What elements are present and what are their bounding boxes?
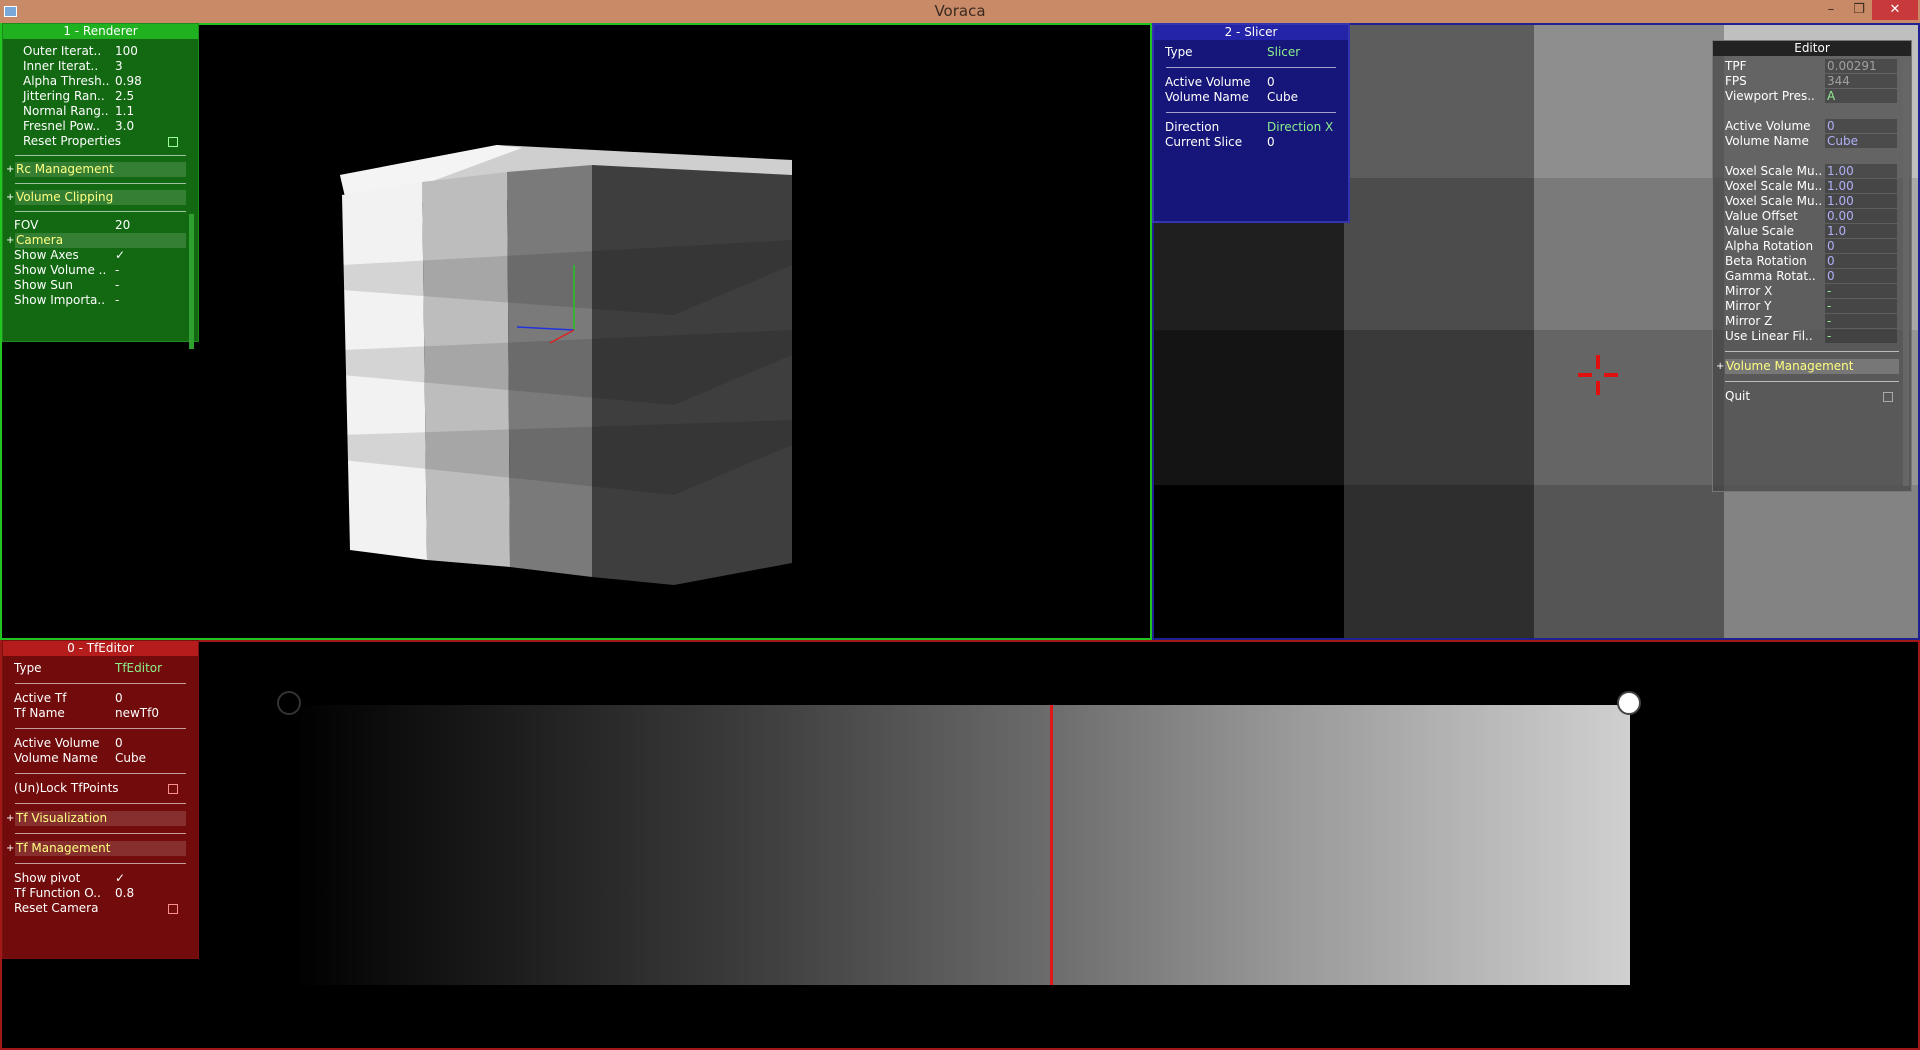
- divider: [15, 155, 186, 156]
- active-volume-row[interactable]: Active Volume 0: [3, 736, 198, 751]
- tf-name-row[interactable]: Tf Name newTf0: [3, 706, 198, 721]
- fps-row: FPS 344: [1713, 74, 1911, 89]
- type-row[interactable]: Type TfEditor: [3, 661, 198, 676]
- group-tf-management[interactable]: + Tf Management: [6, 841, 186, 856]
- type-row[interactable]: Type Slicer: [1154, 45, 1348, 60]
- check-icon[interactable]: ✓: [115, 248, 125, 263]
- check-icon[interactable]: ✓: [115, 871, 125, 886]
- window-titlebar: Voraca – ❐ ✕: [0, 0, 1920, 23]
- tf-gradient[interactable]: [290, 705, 1630, 985]
- linear-filter-row[interactable]: Use Linear Fil.. -: [1713, 329, 1911, 344]
- plus-icon: +: [6, 192, 15, 203]
- slicer-panel: 2 - Slicer Type Slicer Active Volume 0 Vol…: [1152, 23, 1350, 223]
- reset-camera-box[interactable]: [168, 904, 178, 914]
- crosshair-icon[interactable]: [1578, 355, 1618, 395]
- unlock-tfpoints-row[interactable]: (Un)Lock TfPoints: [3, 781, 198, 796]
- prop-row[interactable]: Inner Iterat.. 3: [3, 59, 198, 74]
- group-tf-visualization[interactable]: + Tf Visualization: [6, 811, 186, 826]
- tf-pivot-line[interactable]: [1050, 705, 1053, 985]
- show-axes-row[interactable]: Show Axes ✓: [3, 248, 198, 263]
- group-camera[interactable]: + Camera: [6, 233, 186, 248]
- divider: [15, 803, 186, 804]
- plus-icon: +: [1716, 361, 1725, 372]
- prop-row[interactable]: Normal Rang.. 1.1: [3, 104, 198, 119]
- divider: [15, 183, 186, 184]
- show-volume-row[interactable]: Show Volume .. -: [3, 263, 198, 278]
- divider: [15, 211, 186, 212]
- divider: [1166, 112, 1336, 113]
- tf-function-row[interactable]: Tf Function O.. 0.8: [3, 886, 198, 901]
- renderer-panel: 1 - Renderer Outer Iterat.. 100 Inner Ite…: [2, 23, 199, 349]
- prop-row[interactable]: Fresnel Pow.. 3.0: [3, 119, 198, 134]
- tf-point-end[interactable]: [1617, 691, 1641, 715]
- divider: [15, 683, 186, 684]
- tfeditor-panel-title[interactable]: 0 - TfEditor: [3, 641, 198, 656]
- reset-camera-row[interactable]: Reset Camera: [3, 901, 198, 916]
- group-volume-clipping[interactable]: + Volume Clipping: [6, 190, 186, 205]
- divider: [1166, 67, 1336, 68]
- restore-button[interactable]: ❐: [1846, 0, 1872, 20]
- prop-row[interactable]: Jittering Ran.. 2.5: [3, 89, 198, 104]
- quit-button[interactable]: Quit: [1713, 389, 1911, 404]
- close-button[interactable]: ✕: [1872, 0, 1918, 20]
- volume-name-row[interactable]: Volume Name Cube: [3, 751, 198, 766]
- value-offset-row[interactable]: Value Offset 0.00: [1713, 209, 1911, 224]
- renderer-scrollbar[interactable]: [189, 214, 194, 349]
- volume-name-row[interactable]: Volume Name Cube: [1713, 134, 1911, 149]
- divider: [15, 728, 186, 729]
- group-rc-management[interactable]: + Rc Management: [6, 162, 186, 177]
- active-volume-row[interactable]: Active Volume 0: [1713, 119, 1911, 134]
- mirror-x-row[interactable]: Mirror X-: [1713, 284, 1911, 299]
- show-pivot-row[interactable]: Show pivot ✓: [3, 871, 198, 886]
- tfeditor-panel: 0 - TfEditor Type TfEditor Active Tf 0 Tf …: [2, 640, 199, 959]
- plus-icon: +: [6, 813, 15, 824]
- prop-row[interactable]: Outer Iterat.. 100: [3, 44, 198, 59]
- quit-box[interactable]: [1883, 392, 1893, 402]
- editor-scrollbar[interactable]: [1903, 61, 1909, 486]
- voxel-scale-z-row[interactable]: Voxel Scale Mu.. 1.00: [1713, 194, 1911, 209]
- minimize-button[interactable]: –: [1818, 0, 1844, 20]
- group-volume-management[interactable]: + Volume Management: [1716, 359, 1899, 374]
- current-slice-row[interactable]: Current Slice 0: [1154, 135, 1348, 150]
- divider: [15, 863, 186, 864]
- editor-panel-title[interactable]: Editor: [1713, 41, 1911, 56]
- divider: [1725, 351, 1899, 352]
- direction-row[interactable]: Direction Direction X: [1154, 120, 1348, 135]
- voxel-scale-x-row[interactable]: Voxel Scale Mu.. 1.00: [1713, 164, 1911, 179]
- voxel-scale-y-row[interactable]: Voxel Scale Mu.. 1.00: [1713, 179, 1911, 194]
- editor-panel: Editor TPF 0.00291 FPS 344 Viewport Pres..…: [1712, 40, 1912, 492]
- plus-icon: +: [6, 235, 15, 246]
- viewport-preset-row[interactable]: Viewport Pres.. A: [1713, 89, 1911, 104]
- fov-row[interactable]: FOV 20: [3, 218, 198, 233]
- reset-properties-box[interactable]: [168, 137, 178, 147]
- reset-properties-button[interactable]: Reset Properties: [3, 134, 198, 149]
- mirror-y-row[interactable]: Mirror Y-: [1713, 299, 1911, 314]
- volume-name-row[interactable]: Volume Name Cube: [1154, 90, 1348, 105]
- active-volume-row[interactable]: Active Volume 0: [1154, 75, 1348, 90]
- gamma-rotation-row[interactable]: Gamma Rotat.. 0: [1713, 269, 1911, 284]
- value-scale-row[interactable]: Value Scale 1.0: [1713, 224, 1911, 239]
- show-sun-row[interactable]: Show Sun -: [3, 278, 198, 293]
- unlock-tfpoints-box[interactable]: [168, 784, 178, 794]
- tpf-row: TPF 0.00291: [1713, 59, 1911, 74]
- tf-point-start[interactable]: [277, 691, 301, 715]
- window-title: Voraca: [934, 2, 986, 20]
- slicer-panel-title[interactable]: 2 - Slicer: [1154, 25, 1348, 40]
- mirror-z-row[interactable]: Mirror Z-: [1713, 314, 1911, 329]
- divider: [1725, 381, 1899, 382]
- divider: [15, 773, 186, 774]
- show-importance-row[interactable]: Show Importa.. -: [3, 293, 198, 308]
- plus-icon: +: [6, 164, 15, 175]
- active-tf-row[interactable]: Active Tf 0: [3, 691, 198, 706]
- alpha-rotation-row[interactable]: Alpha Rotation 0: [1713, 239, 1911, 254]
- divider: [15, 833, 186, 834]
- plus-icon: +: [6, 843, 15, 854]
- prop-row[interactable]: Alpha Thresh.. 0.98: [3, 74, 198, 89]
- renderer-panel-title[interactable]: 1 - Renderer: [3, 24, 198, 39]
- beta-rotation-row[interactable]: Beta Rotation 0: [1713, 254, 1911, 269]
